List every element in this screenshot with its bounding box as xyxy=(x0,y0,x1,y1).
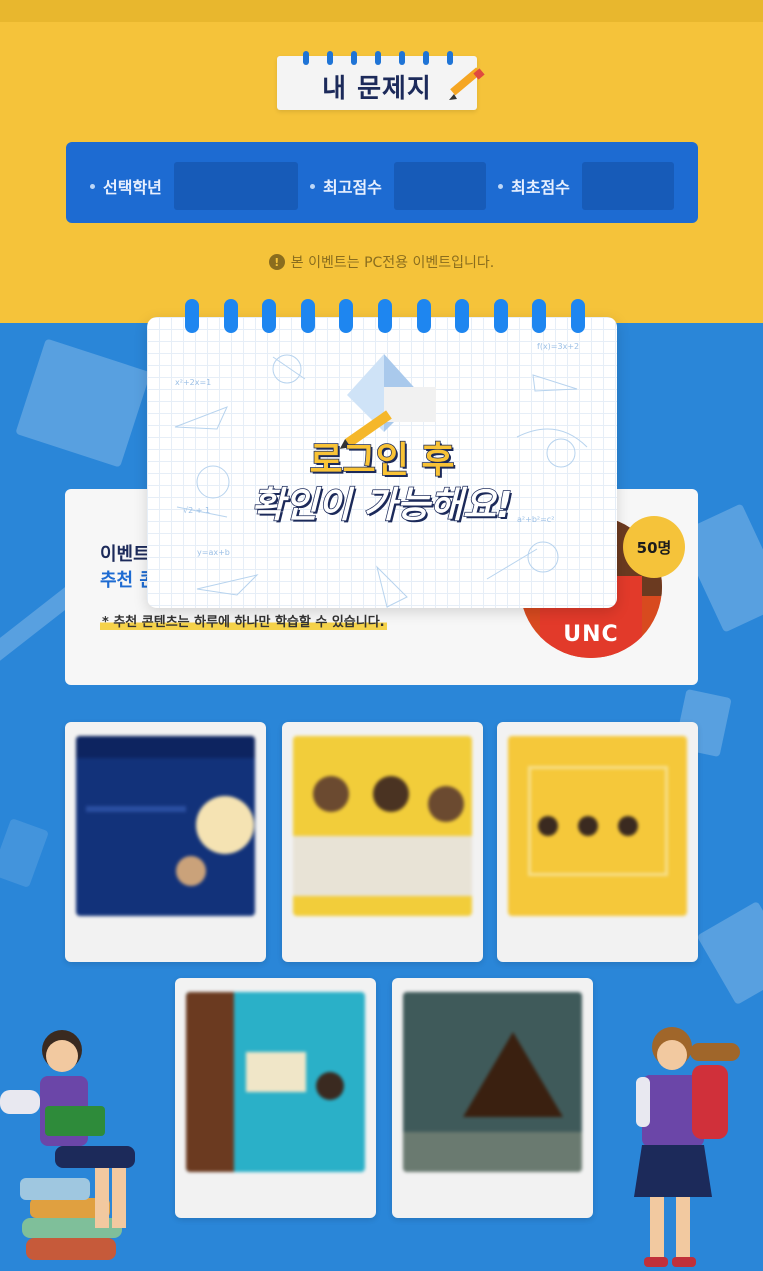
content-thumbnail xyxy=(508,736,687,916)
top-score-field[interactable] xyxy=(393,162,486,210)
modal-message: 로그인 후 확인이 가능해요! xyxy=(147,439,617,529)
svg-text:y=ax+b: y=ax+b xyxy=(197,548,230,557)
content-thumbnail xyxy=(403,992,582,1172)
filter-first-score: 최초점수 xyxy=(498,162,674,210)
info-icon: ! xyxy=(268,254,285,270)
book-decoration xyxy=(696,900,763,1006)
svg-text:f(x)=3x+2: f(x)=3x+2 xyxy=(537,342,579,351)
content-card[interactable] xyxy=(65,722,266,962)
first-score-field[interactable] xyxy=(581,162,674,210)
pc-only-notice: ! 본 이벤트는 PC전용 이벤트입니다. xyxy=(0,252,763,272)
student-character-left xyxy=(0,1030,135,1260)
grade-select[interactable] xyxy=(173,162,298,210)
svg-text:x²+2x=1: x²+2x=1 xyxy=(175,378,211,387)
binder-rings xyxy=(185,299,585,335)
pencil-icon xyxy=(449,67,485,100)
event-note: * 추천 콘텐츠는 하루에 하나만 학습할 수 있습니다. xyxy=(100,611,387,630)
title-card: 내 문제지 xyxy=(277,51,485,110)
filter-top-score: 최고점수 xyxy=(310,162,486,210)
notebook-decoration xyxy=(15,338,151,468)
pc-only-notice-text: 본 이벤트는 PC전용 이벤트입니다. xyxy=(290,255,495,271)
filter-grade-label: 선택학년 xyxy=(103,178,162,197)
content-thumbnail xyxy=(186,992,365,1172)
filter-grade: 선택학년 xyxy=(90,162,298,210)
event-title: 이벤트 xyxy=(100,544,150,565)
filter-top-score-label: 최고점수 xyxy=(323,178,382,197)
modal-line2: 확인이 가능해요! xyxy=(251,484,513,527)
modal-line1: 로그인 후 xyxy=(309,439,456,482)
content-card[interactable] xyxy=(175,978,376,1218)
top-strip xyxy=(0,0,763,22)
content-thumbnail xyxy=(76,736,255,916)
filter-bar: 선택학년 최고점수 최초점수 xyxy=(66,142,698,223)
top-section: 내 문제지 선택학년 최고점수 최초점수 ! 본 이벤트는 PC전용 이벤트입니… xyxy=(0,0,763,323)
pencil-decoration xyxy=(0,817,50,889)
winners-badge: 50명 xyxy=(623,516,685,578)
content-card[interactable] xyxy=(497,722,698,962)
content-card[interactable] xyxy=(282,722,483,962)
content-card[interactable] xyxy=(392,978,593,1218)
content-thumbnail xyxy=(293,736,472,916)
filter-first-score-label: 최초점수 xyxy=(511,178,570,197)
bullet-icon xyxy=(90,183,95,189)
student-character-right xyxy=(634,1027,740,1267)
bullet-icon xyxy=(498,183,503,189)
prize-brand-text: UNC xyxy=(563,622,619,647)
bullet-icon xyxy=(310,183,315,189)
login-required-modal: x²+2x=1 f(x)=3x+2 y=ax+b a²+b²=c² √2 + 1… xyxy=(147,299,617,608)
binder-rings xyxy=(303,51,453,65)
